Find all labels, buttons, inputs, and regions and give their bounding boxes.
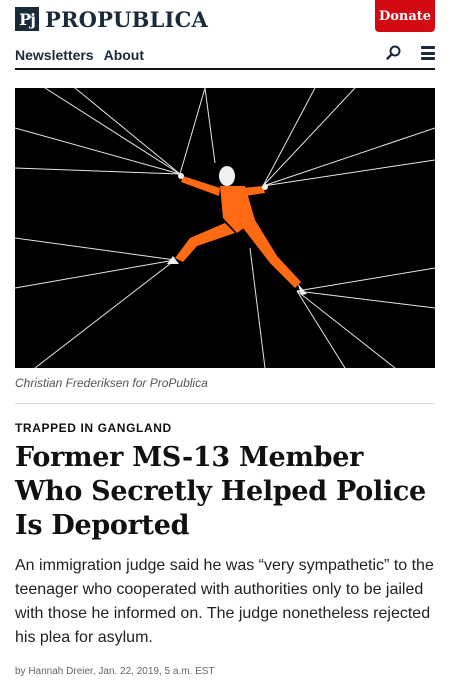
- nav-icons: [385, 44, 435, 62]
- main-nav: Newsletters About: [15, 42, 435, 70]
- hero-illustration: [15, 88, 435, 368]
- article-byline: by Hannah Dreier, Jan. 22, 2019, 5 a.m. …: [15, 666, 215, 677]
- logo-text: PROPUBLICA: [45, 6, 208, 32]
- logo-mark-icon: Pj: [15, 7, 39, 31]
- divider: [15, 403, 435, 404]
- article-headline[interactable]: Former MS-13 Member Who Secretly Helped …: [15, 441, 435, 543]
- nav-link-about[interactable]: About: [104, 47, 144, 63]
- article-dek: An immigration judge said he was “very s…: [15, 557, 434, 646]
- series-kicker[interactable]: TRAPPED IN GANGLAND: [15, 421, 172, 435]
- donate-button[interactable]: Donate: [375, 0, 435, 32]
- nav-link-newsletters[interactable]: Newsletters: [15, 47, 94, 63]
- propublica-logo[interactable]: Pj PROPUBLICA: [15, 6, 208, 32]
- menu-icon[interactable]: [421, 46, 435, 60]
- search-icon[interactable]: [385, 44, 403, 62]
- hero-artwork: [15, 88, 435, 368]
- image-caption: Christian Frederiksen for ProPublica: [15, 376, 208, 390]
- top-bar: Pj PROPUBLICA Donate: [0, 0, 450, 40]
